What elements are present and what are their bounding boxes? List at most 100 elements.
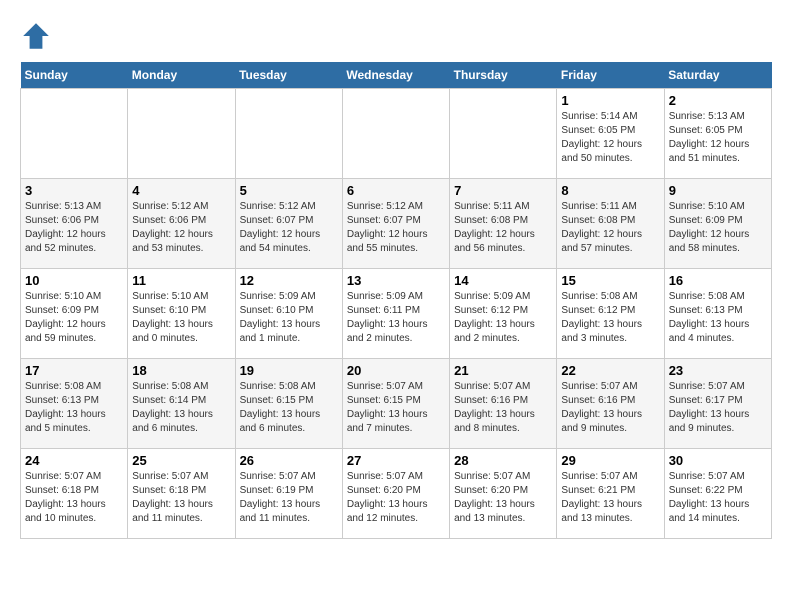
day-info: Sunrise: 5:09 AM Sunset: 6:12 PM Dayligh… [454,290,552,346]
day-cell: 8Sunrise: 5:11 AM Sunset: 6:08 PM Daylig… [557,179,664,269]
day-number: 24 [25,453,123,468]
day-info: Sunrise: 5:07 AM Sunset: 6:15 PM Dayligh… [347,380,445,436]
day-cell: 5 Sunrise: 5:12 AM Sunset: 6:07 PM Daylig… [235,179,342,269]
day-number: 9 [669,183,767,198]
day-number: 19 [240,363,338,378]
day-cell: 7Sunrise: 5:11 AM Sunset: 6:08 PM Daylig… [450,179,557,269]
day-number: 6 [347,183,445,198]
day-cell: 19 Sunrise: 5:08 AM Sunset: 6:15 PM Dayli… [235,359,342,449]
day-number: 8 [561,183,659,198]
day-info: Sunrise: 5:12 AM Sunset: 6:06 PM Dayligh… [132,200,230,256]
day-number: 28 [454,453,552,468]
day-info: Sunrise: 5:07 AM Sunset: 6:19 PM Dayligh… [240,470,338,526]
day-number: 12 [240,273,338,288]
day-cell: 14 Sunrise: 5:09 AM Sunset: 6:12 PM Dayli… [450,269,557,359]
day-number: 18 [132,363,230,378]
day-info: Sunrise: 5:10 AM Sunset: 6:09 PM Dayligh… [25,290,123,346]
day-cell: 1Sunrise: 5:14 AM Sunset: 6:05 PM Daylig… [557,89,664,179]
day-number: 25 [132,453,230,468]
day-info: Sunrise: 5:07 AM Sunset: 6:22 PM Dayligh… [669,470,767,526]
day-info: Sunrise: 5:07 AM Sunset: 6:18 PM Dayligh… [132,470,230,526]
day-info: Sunrise: 5:09 AM Sunset: 6:10 PM Dayligh… [240,290,338,346]
day-cell: 11 Sunrise: 5:10 AM Sunset: 6:10 PM Dayli… [128,269,235,359]
logo-icon [20,20,52,52]
week-row-0: 1Sunrise: 5:14 AM Sunset: 6:05 PM Daylig… [21,89,772,179]
day-number: 13 [347,273,445,288]
day-cell [235,89,342,179]
header-tuesday: Tuesday [235,62,342,89]
day-number: 20 [347,363,445,378]
day-info: Sunrise: 5:13 AM Sunset: 6:05 PM Dayligh… [669,110,767,166]
day-number: 27 [347,453,445,468]
day-info: Sunrise: 5:07 AM Sunset: 6:20 PM Dayligh… [454,470,552,526]
day-cell: 30 Sunrise: 5:07 AM Sunset: 6:22 PM Dayli… [664,449,771,539]
day-info: Sunrise: 5:10 AM Sunset: 6:10 PM Dayligh… [132,290,230,346]
day-cell [128,89,235,179]
week-row-3: 17 Sunrise: 5:08 AM Sunset: 6:13 PM Dayli… [21,359,772,449]
header-monday: Monday [128,62,235,89]
day-number: 11 [132,273,230,288]
day-info: Sunrise: 5:07 AM Sunset: 6:20 PM Dayligh… [347,470,445,526]
day-info: Sunrise: 5:08 AM Sunset: 6:13 PM Dayligh… [25,380,123,436]
day-cell: 29 Sunrise: 5:07 AM Sunset: 6:21 PM Dayli… [557,449,664,539]
day-cell: 3 Sunrise: 5:13 AM Sunset: 6:06 PM Daylig… [21,179,128,269]
day-cell: 18 Sunrise: 5:08 AM Sunset: 6:14 PM Dayli… [128,359,235,449]
header-thursday: Thursday [450,62,557,89]
day-info: Sunrise: 5:07 AM Sunset: 6:21 PM Dayligh… [561,470,659,526]
day-number: 15 [561,273,659,288]
day-cell: 25 Sunrise: 5:07 AM Sunset: 6:18 PM Dayli… [128,449,235,539]
day-cell: 15 Sunrise: 5:08 AM Sunset: 6:12 PM Dayli… [557,269,664,359]
day-cell: 9 Sunrise: 5:10 AM Sunset: 6:09 PM Daylig… [664,179,771,269]
day-number: 14 [454,273,552,288]
day-cell: 16 Sunrise: 5:08 AM Sunset: 6:13 PM Dayli… [664,269,771,359]
day-info: Sunrise: 5:07 AM Sunset: 6:17 PM Dayligh… [669,380,767,436]
day-cell: 26 Sunrise: 5:07 AM Sunset: 6:19 PM Dayli… [235,449,342,539]
day-info: Sunrise: 5:07 AM Sunset: 6:16 PM Dayligh… [561,380,659,436]
day-number: 3 [25,183,123,198]
day-cell [21,89,128,179]
day-number: 7 [454,183,552,198]
page-header [20,20,772,52]
day-cell: 22 Sunrise: 5:07 AM Sunset: 6:16 PM Dayli… [557,359,664,449]
day-cell [342,89,449,179]
day-cell: 4 Sunrise: 5:12 AM Sunset: 6:06 PM Daylig… [128,179,235,269]
week-row-4: 24 Sunrise: 5:07 AM Sunset: 6:18 PM Dayli… [21,449,772,539]
header-sunday: Sunday [21,62,128,89]
day-cell: 23Sunrise: 5:07 AM Sunset: 6:17 PM Dayli… [664,359,771,449]
day-info: Sunrise: 5:07 AM Sunset: 6:16 PM Dayligh… [454,380,552,436]
day-info: Sunrise: 5:13 AM Sunset: 6:06 PM Dayligh… [25,200,123,256]
day-info: Sunrise: 5:08 AM Sunset: 6:14 PM Dayligh… [132,380,230,436]
day-info: Sunrise: 5:07 AM Sunset: 6:18 PM Dayligh… [25,470,123,526]
week-row-1: 3 Sunrise: 5:13 AM Sunset: 6:06 PM Daylig… [21,179,772,269]
day-cell: 20 Sunrise: 5:07 AM Sunset: 6:15 PM Dayli… [342,359,449,449]
day-info: Sunrise: 5:08 AM Sunset: 6:13 PM Dayligh… [669,290,767,346]
logo [20,20,56,52]
day-info: Sunrise: 5:08 AM Sunset: 6:12 PM Dayligh… [561,290,659,346]
day-cell: 17 Sunrise: 5:08 AM Sunset: 6:13 PM Dayli… [21,359,128,449]
calendar-header-row: SundayMondayTuesdayWednesdayThursdayFrid… [21,62,772,89]
header-saturday: Saturday [664,62,771,89]
day-cell: 13 Sunrise: 5:09 AM Sunset: 6:11 PM Dayli… [342,269,449,359]
day-cell: 27 Sunrise: 5:07 AM Sunset: 6:20 PM Dayli… [342,449,449,539]
day-info: Sunrise: 5:12 AM Sunset: 6:07 PM Dayligh… [347,200,445,256]
day-info: Sunrise: 5:08 AM Sunset: 6:15 PM Dayligh… [240,380,338,436]
day-info: Sunrise: 5:09 AM Sunset: 6:11 PM Dayligh… [347,290,445,346]
day-cell: 24 Sunrise: 5:07 AM Sunset: 6:18 PM Dayli… [21,449,128,539]
day-number: 17 [25,363,123,378]
day-cell [450,89,557,179]
day-cell: 21 Sunrise: 5:07 AM Sunset: 6:16 PM Dayli… [450,359,557,449]
day-number: 30 [669,453,767,468]
day-info: Sunrise: 5:10 AM Sunset: 6:09 PM Dayligh… [669,200,767,256]
day-number: 5 [240,183,338,198]
day-number: 22 [561,363,659,378]
day-info: Sunrise: 5:14 AM Sunset: 6:05 PM Dayligh… [561,110,659,166]
day-number: 2 [669,93,767,108]
day-number: 16 [669,273,767,288]
header-wednesday: Wednesday [342,62,449,89]
day-number: 26 [240,453,338,468]
day-number: 29 [561,453,659,468]
day-number: 21 [454,363,552,378]
calendar-table: SundayMondayTuesdayWednesdayThursdayFrid… [20,62,772,539]
day-number: 4 [132,183,230,198]
day-info: Sunrise: 5:12 AM Sunset: 6:07 PM Dayligh… [240,200,338,256]
